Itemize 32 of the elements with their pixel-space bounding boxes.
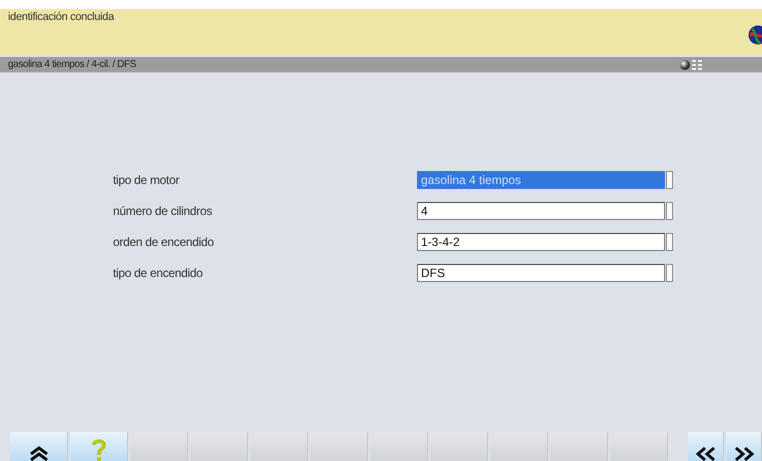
spin-button[interactable]	[666, 264, 673, 282]
vehicle-summary: gasolina 4 tiempos / 4-cil. / DFS	[8, 59, 137, 70]
back-button[interactable]	[688, 432, 724, 461]
double-chevron-right-icon	[734, 447, 754, 461]
ball-icon	[680, 60, 690, 70]
globe-icon	[748, 25, 762, 45]
spin-button[interactable]	[666, 202, 673, 220]
dropdown-field[interactable]: DFS	[417, 264, 665, 282]
function-key[interactable]	[130, 432, 188, 461]
function-key[interactable]	[370, 432, 428, 461]
dropdown-field[interactable]: 1-3-4-2	[417, 233, 665, 251]
function-key[interactable]	[490, 432, 548, 461]
status-message: identificación concluida	[8, 11, 114, 23]
field-label: tipo de encendido	[113, 266, 204, 280]
function-key[interactable]	[610, 432, 668, 461]
dropdown-field[interactable]: 4	[417, 202, 665, 220]
spin-button[interactable]	[666, 233, 673, 251]
function-key[interactable]	[190, 432, 248, 461]
chevron-up-icon	[28, 445, 50, 461]
field-label: tipo de motor	[113, 173, 180, 187]
function-key[interactable]	[310, 432, 368, 461]
function-key[interactable]	[430, 432, 488, 461]
function-key[interactable]	[550, 432, 608, 461]
up-button[interactable]	[10, 432, 68, 461]
question-mark-icon	[90, 439, 106, 461]
double-chevron-left-icon	[694, 447, 716, 461]
grid-icon[interactable]	[692, 58, 702, 70]
spin-button[interactable]	[666, 171, 673, 189]
next-button[interactable]	[726, 432, 762, 461]
field-label: orden de encendido	[113, 235, 215, 249]
function-key[interactable]	[250, 432, 308, 461]
field-label: número de cilindros	[113, 204, 214, 218]
